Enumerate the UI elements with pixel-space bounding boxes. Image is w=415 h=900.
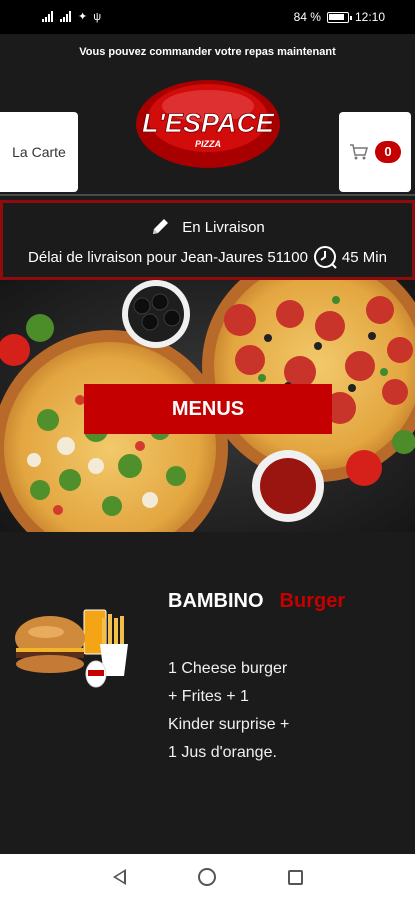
product-title: BAMBINO Burger — [168, 590, 345, 613]
home-icon[interactable] — [197, 868, 216, 886]
status-icons-left: ✦ ψ — [42, 10, 101, 23]
hero-banner: MENUS — [0, 280, 415, 532]
la-carte-label: La Carte — [12, 144, 66, 160]
battery-percent: 84 % — [293, 10, 321, 24]
delivery-mode-label: En Livraison — [182, 218, 265, 236]
la-carte-button[interactable]: La Carte — [0, 112, 78, 192]
app-root: ✦ ψ 84 % 12:10 Vous pouvez commander vot… — [0, 0, 415, 900]
cart-button[interactable]: 0 — [339, 112, 411, 192]
bambino-menu-image — [15, 609, 128, 688]
clock-icon — [313, 246, 337, 269]
cart-icon — [350, 144, 368, 160]
usb-icon: ψ — [93, 10, 102, 23]
menus-button[interactable]: MENUS — [84, 384, 332, 434]
product-category: Burger — [279, 590, 346, 612]
delivery-time-row: Délai de livraison pour Jean-Jaures 5110… — [3, 244, 412, 270]
recent-apps-icon[interactable] — [287, 869, 303, 885]
cart-count-badge: 0 — [375, 141, 401, 163]
product-description: 1 Cheese burger + Frites + 1 Kinder surp… — [168, 655, 368, 767]
description-line: + Frites + 1 — [168, 688, 249, 705]
description-line: Kinder surprise + — [168, 716, 290, 733]
delivery-panel[interactable]: En Livraison Délai de livraison pour Jea… — [0, 200, 415, 280]
product-card[interactable]: BAMBINO Burger 1 Cheese burger + Frites … — [0, 532, 415, 854]
status-icons-right: 84 % 12:10 — [294, 10, 385, 24]
order-notice: Vous pouvez commander votre repas mainte… — [79, 46, 336, 58]
status-bar: ✦ ψ 84 % 12:10 — [0, 0, 415, 34]
header-divider — [0, 194, 415, 196]
delivery-mode-row: En Livraison — [3, 217, 412, 237]
logo-text: L'ESPACE — [142, 108, 275, 138]
description-line: 1 Cheese burger — [168, 660, 288, 677]
pencil-icon — [153, 219, 169, 234]
signal-icon — [42, 11, 54, 22]
logo-subtext: PIZZA — [195, 139, 221, 149]
signal-icon — [60, 11, 72, 22]
clock: 12:10 — [354, 10, 385, 24]
app-header: Vous pouvez commander votre repas mainte… — [0, 34, 415, 198]
delivery-info-text: Délai de livraison pour Jean-Jaures 5110… — [28, 248, 308, 266]
system-nav-bar — [0, 854, 415, 900]
back-icon[interactable] — [112, 869, 126, 885]
wifi-icon: ✦ — [78, 11, 88, 23]
delivery-duration: 45 Min — [341, 248, 387, 266]
product-name: BAMBINO — [168, 590, 264, 612]
battery-icon — [326, 11, 352, 23]
brand-logo: L'ESPACE PIZZA — [136, 80, 280, 168]
description-line: 1 Jus d'orange. — [168, 744, 277, 761]
